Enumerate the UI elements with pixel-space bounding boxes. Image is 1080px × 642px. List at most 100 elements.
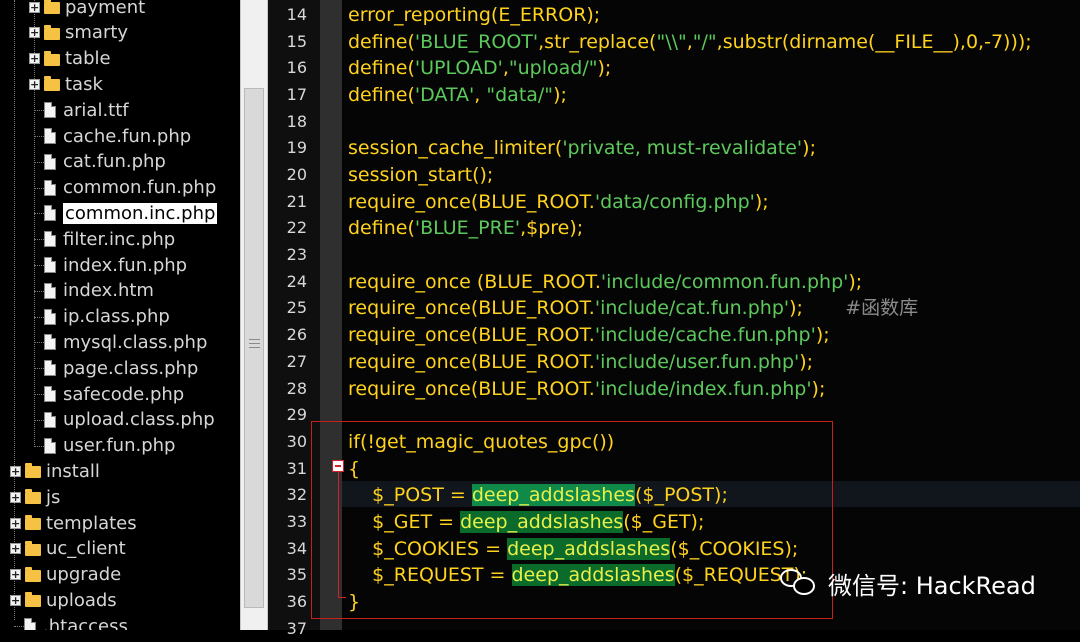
tree-file[interactable]: safecode.php [44,382,184,406]
code-line[interactable]: define('UPLOAD',"upload/"); [348,55,611,81]
tree-folder[interactable]: + table [29,47,111,71]
tree-file[interactable]: upload.class.php [44,408,215,432]
tree-item-label: install [46,460,100,482]
tree-folder[interactable]: + smarty [29,21,128,45]
code-line[interactable]: require_once(BLUE_ROOT.'include/cache.fu… [348,322,830,348]
line-number: 20 [286,165,307,185]
code-editor[interactable]: 14 15 16 17 18 19 20 21 22 23 24 25 26 27 28 29 30 31 32 33… [268,0,1080,638]
code-token: ); [848,270,863,293]
tree-file[interactable]: page.class.php [44,356,198,380]
expand-icon[interactable]: + [10,594,21,606]
code-token: ,str_replace( [538,30,657,53]
code-line[interactable]: session_start(); [348,162,493,188]
tree-folder[interactable]: + uc_client [10,537,126,561]
tree-guide-line [34,213,44,215]
tree-file[interactable]: ip.class.php [44,305,170,329]
code-line[interactable]: require_once(BLUE_ROOT.'include/index.fu… [348,376,825,402]
code-line[interactable]: require_once(BLUE_ROOT.'include/user.fun… [348,349,813,375]
tree-item-label: upload.class.php [63,409,215,431]
tree-file[interactable]: index.fun.php [44,253,187,277]
scrollbar-thumb[interactable] [244,88,264,608]
expand-icon[interactable]: + [10,465,21,477]
tree-item-label: uc_client [46,538,126,560]
tree-file[interactable]: filter.inc.php [44,227,175,251]
watermark-text: 微信号: HackRead [828,571,1036,600]
line-number: 29 [286,405,307,425]
code-line[interactable]: error_reporting(E_ERROR); [348,2,600,28]
tree-file[interactable]: cat.fun.php [44,150,166,174]
tree-file[interactable]: index.htm [44,279,154,303]
code-token: require_once(BLUE_ROOT. [348,324,595,347]
tree-item-label: table [65,48,111,70]
code-line[interactable]: require_once(BLUE_ROOT.'data/config.php'… [348,189,769,215]
tree-guide-line [34,342,44,344]
expand-icon[interactable]: + [10,517,21,529]
folder-icon [25,515,41,530]
folder-icon [25,592,41,608]
file-icon [44,128,56,144]
tree-item-label: page.class.php [63,357,199,379]
tree-folder[interactable]: + js [10,485,60,509]
file-tree-scrollbar[interactable] [240,0,268,630]
code-string: 'include/index.fun.php' [594,377,812,400]
line-number: 31 [286,458,307,478]
tree-file[interactable]: .htaccess [24,614,128,630]
file-icon [44,205,56,222]
line-number: 24 [286,271,307,291]
tree-file[interactable]: common.fun.php [44,176,216,200]
file-icon [44,102,56,119]
expand-icon[interactable]: + [10,543,21,555]
line-number: 27 [286,351,307,371]
code-token: ); [799,350,814,373]
folder-icon [44,0,60,14]
code-line[interactable]: require_once (BLUE_ROOT.'include/common.… [348,269,862,295]
code-line[interactable]: session_cache_limiter('private, must-rev… [348,135,816,161]
expand-icon[interactable]: + [10,491,21,503]
line-number: 22 [286,218,307,238]
tree-item-label: upgrade [46,564,122,586]
expand-icon[interactable]: + [10,569,21,581]
folder-icon [44,50,60,66]
tree-item-label: safecode.php [63,383,185,405]
tree-file[interactable]: common.inc.php [44,201,218,225]
tree-item-label: payment [65,0,146,18]
code-line[interactable]: define('BLUE_PRE',$pre); [348,215,583,241]
line-number: 17 [286,85,307,105]
line-number: 26 [286,325,307,345]
tree-guide-line [34,368,44,370]
tree-folder[interactable]: + task [29,72,103,96]
tree-item-label: cache.fun.php [63,125,192,147]
tree-folder[interactable]: + install [10,459,100,483]
tree-item-label: index.htm [63,280,154,302]
tree-folder[interactable]: + upgrade [10,563,121,587]
tree-guide-line [34,445,44,448]
annotation-box [311,421,833,619]
expand-icon[interactable]: + [29,27,40,39]
code-line[interactable]: define('BLUE_ROOT',str_replace("\\","/",… [348,29,1032,55]
code-token: , [474,84,487,107]
file-icon [44,231,56,248]
code-line[interactable]: require_once(BLUE_ROOT.'include/cat.fun.… [348,295,918,321]
expand-icon[interactable]: + [29,53,40,65]
tree-folder[interactable]: + uploads [10,588,117,612]
tree-item-label: common.inc.php [63,202,218,224]
tree-file[interactable]: mysql.class.php [44,330,207,354]
code-string: 'BLUE_PRE' [414,217,521,240]
tree-folder[interactable]: + payment [29,0,145,19]
code-line[interactable]: define('DATA', "data/"); [348,82,567,108]
line-number: 21 [286,191,307,211]
file-icon [44,257,56,273]
tree-item-label: index.fun.php [63,254,188,276]
folder-icon [25,566,41,582]
tree-file[interactable]: cache.fun.php [44,124,191,148]
tree-item-label: common.fun.php [63,177,217,199]
expand-icon[interactable]: + [29,1,40,13]
tree-file[interactable]: arial.ttf [44,98,129,122]
tree-file[interactable]: user.fun.php [44,434,175,458]
code-string: 'BLUE_ROOT' [414,30,539,53]
line-number: 15 [286,31,307,51]
tree-folder[interactable]: + templates [10,511,137,535]
line-number: 37 [286,618,307,638]
tree-item-label: user.fun.php [63,435,176,457]
expand-icon[interactable]: + [29,78,40,90]
